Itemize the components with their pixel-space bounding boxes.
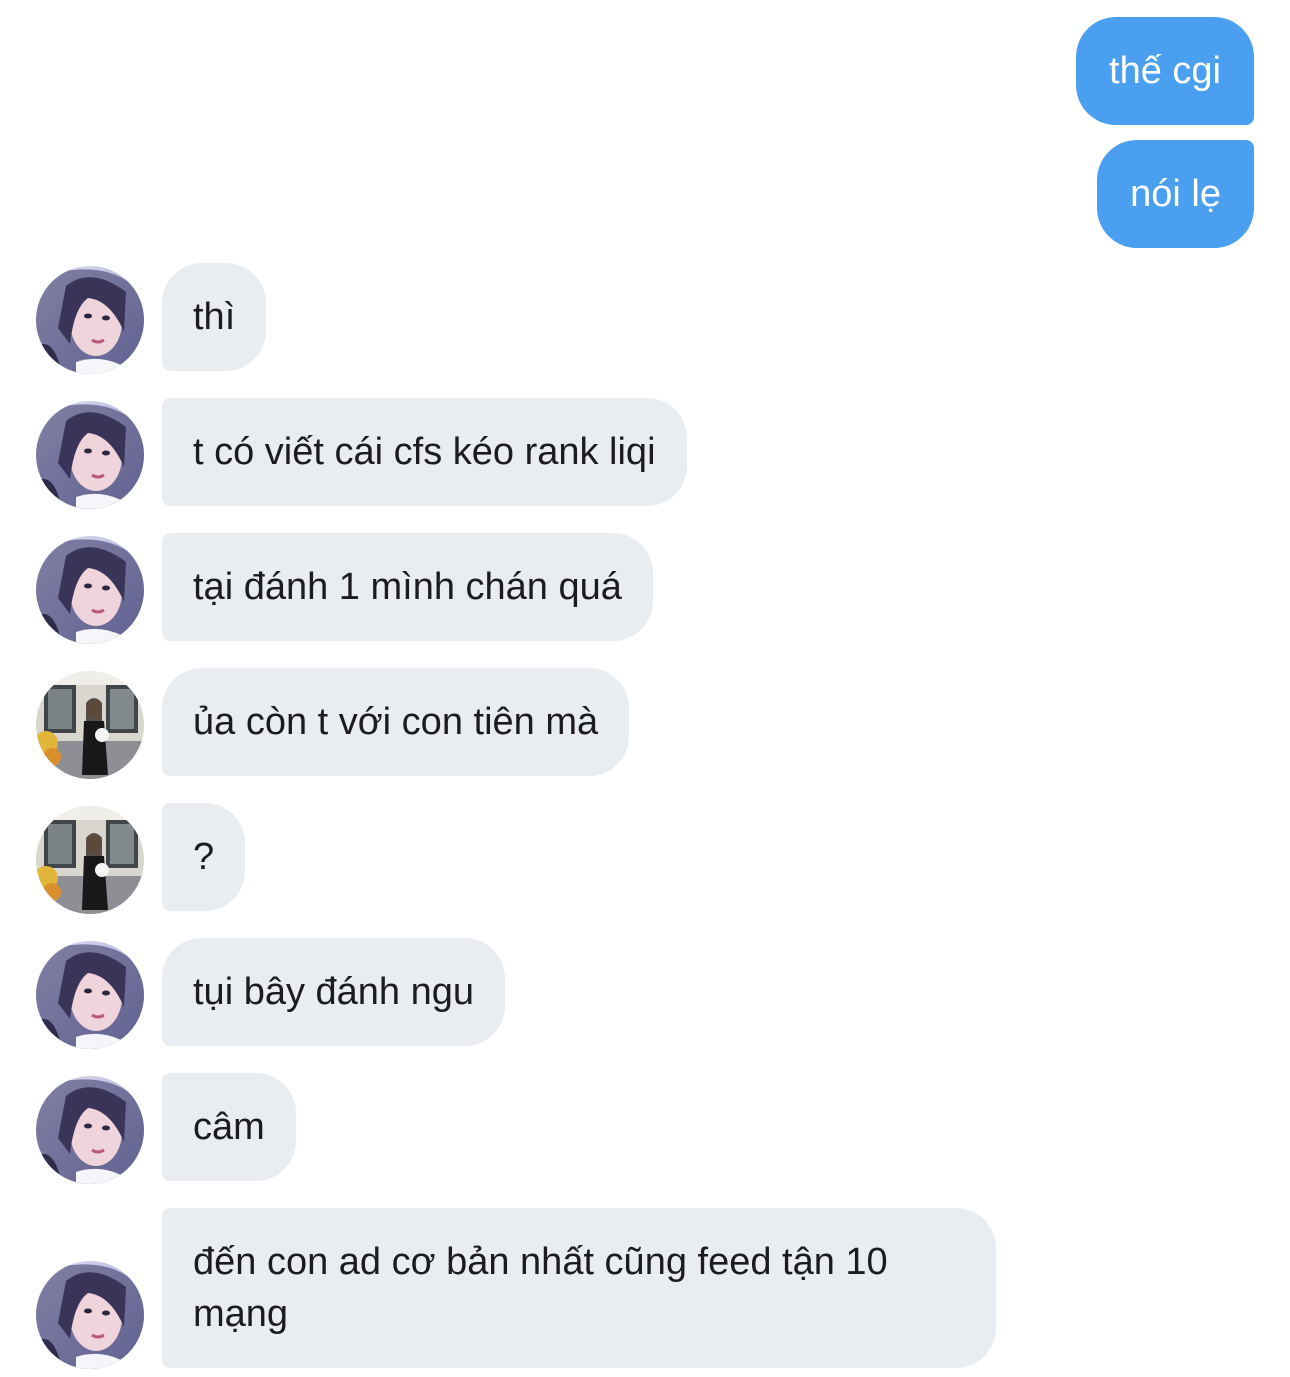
- incoming-message-bubble[interactable]: câm: [162, 1073, 296, 1181]
- outgoing-message-bubble[interactable]: thế cgi: [1076, 17, 1254, 125]
- incoming-message-bubble[interactable]: đến con ad cơ bản nhất cũng feed tận 10 …: [162, 1208, 996, 1368]
- selfie-avatar-icon[interactable]: [36, 1076, 144, 1184]
- selfie-avatar-icon[interactable]: [36, 1261, 144, 1369]
- selfie-avatar-icon[interactable]: [36, 536, 144, 644]
- incoming-message-bubble[interactable]: ủa còn t với con tiên mà: [162, 668, 630, 776]
- incoming-message-bubble[interactable]: t có viết cái cfs kéo rank liqi: [162, 398, 687, 506]
- incoming-message-bubble[interactable]: tại đánh 1 mình chán quá: [162, 533, 653, 641]
- storefront-avatar-icon[interactable]: [36, 671, 144, 779]
- incoming-message-bubble[interactable]: thì: [162, 263, 267, 371]
- selfie-avatar-icon[interactable]: [36, 401, 144, 509]
- selfie-avatar-icon[interactable]: [36, 941, 144, 1049]
- selfie-avatar-icon[interactable]: [36, 266, 144, 374]
- outgoing-message-bubble[interactable]: nói lẹ: [1097, 140, 1254, 248]
- incoming-message-bubble[interactable]: tụi bây đánh ngu: [162, 938, 506, 1046]
- storefront-avatar-icon[interactable]: [36, 806, 144, 914]
- chat-thread: thế cgi nói lẹ thì t có viết cái cfs kéo…: [0, 0, 1290, 1377]
- incoming-message-bubble[interactable]: ?: [162, 803, 246, 911]
